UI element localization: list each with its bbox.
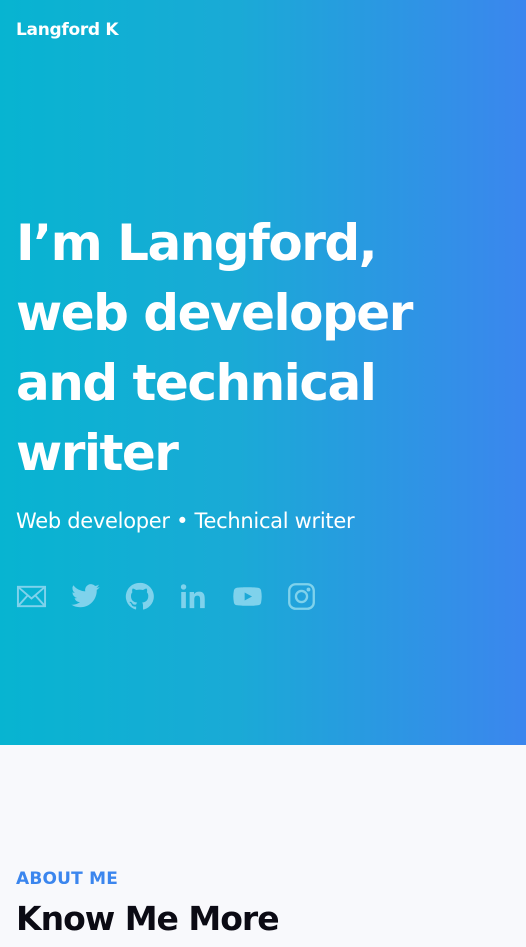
instagram-link[interactable] <box>286 581 317 612</box>
about-section: ABOUT ME Know Me More <box>0 745 526 947</box>
twitter-link[interactable] <box>70 581 101 612</box>
twitter-icon <box>71 584 100 608</box>
hero-section: Langford K I’m Langford, web developer a… <box>0 0 526 745</box>
headline-line: I’m Langford, <box>16 214 378 272</box>
linkedin-link[interactable] <box>178 581 209 612</box>
youtube-icon <box>233 587 262 606</box>
about-kicker: ABOUT ME <box>16 869 119 889</box>
headline-line: and technical <box>16 354 377 412</box>
headline-line: web developer <box>16 284 413 342</box>
site-logo[interactable]: Langford K <box>16 20 119 40</box>
hero-headline: I’m Langford, web developer and technica… <box>16 208 516 488</box>
linkedin-icon <box>180 584 205 609</box>
headline-line: writer <box>16 424 179 482</box>
social-links <box>16 581 317 612</box>
mail-link[interactable] <box>16 581 47 612</box>
instagram-icon <box>288 583 315 610</box>
github-icon <box>125 582 154 610</box>
github-link[interactable] <box>124 581 155 612</box>
hero-subtitle: Web developer • Technical writer <box>16 509 355 533</box>
mail-icon <box>16 585 47 608</box>
youtube-link[interactable] <box>232 581 263 612</box>
about-title: Know Me More <box>16 899 280 938</box>
